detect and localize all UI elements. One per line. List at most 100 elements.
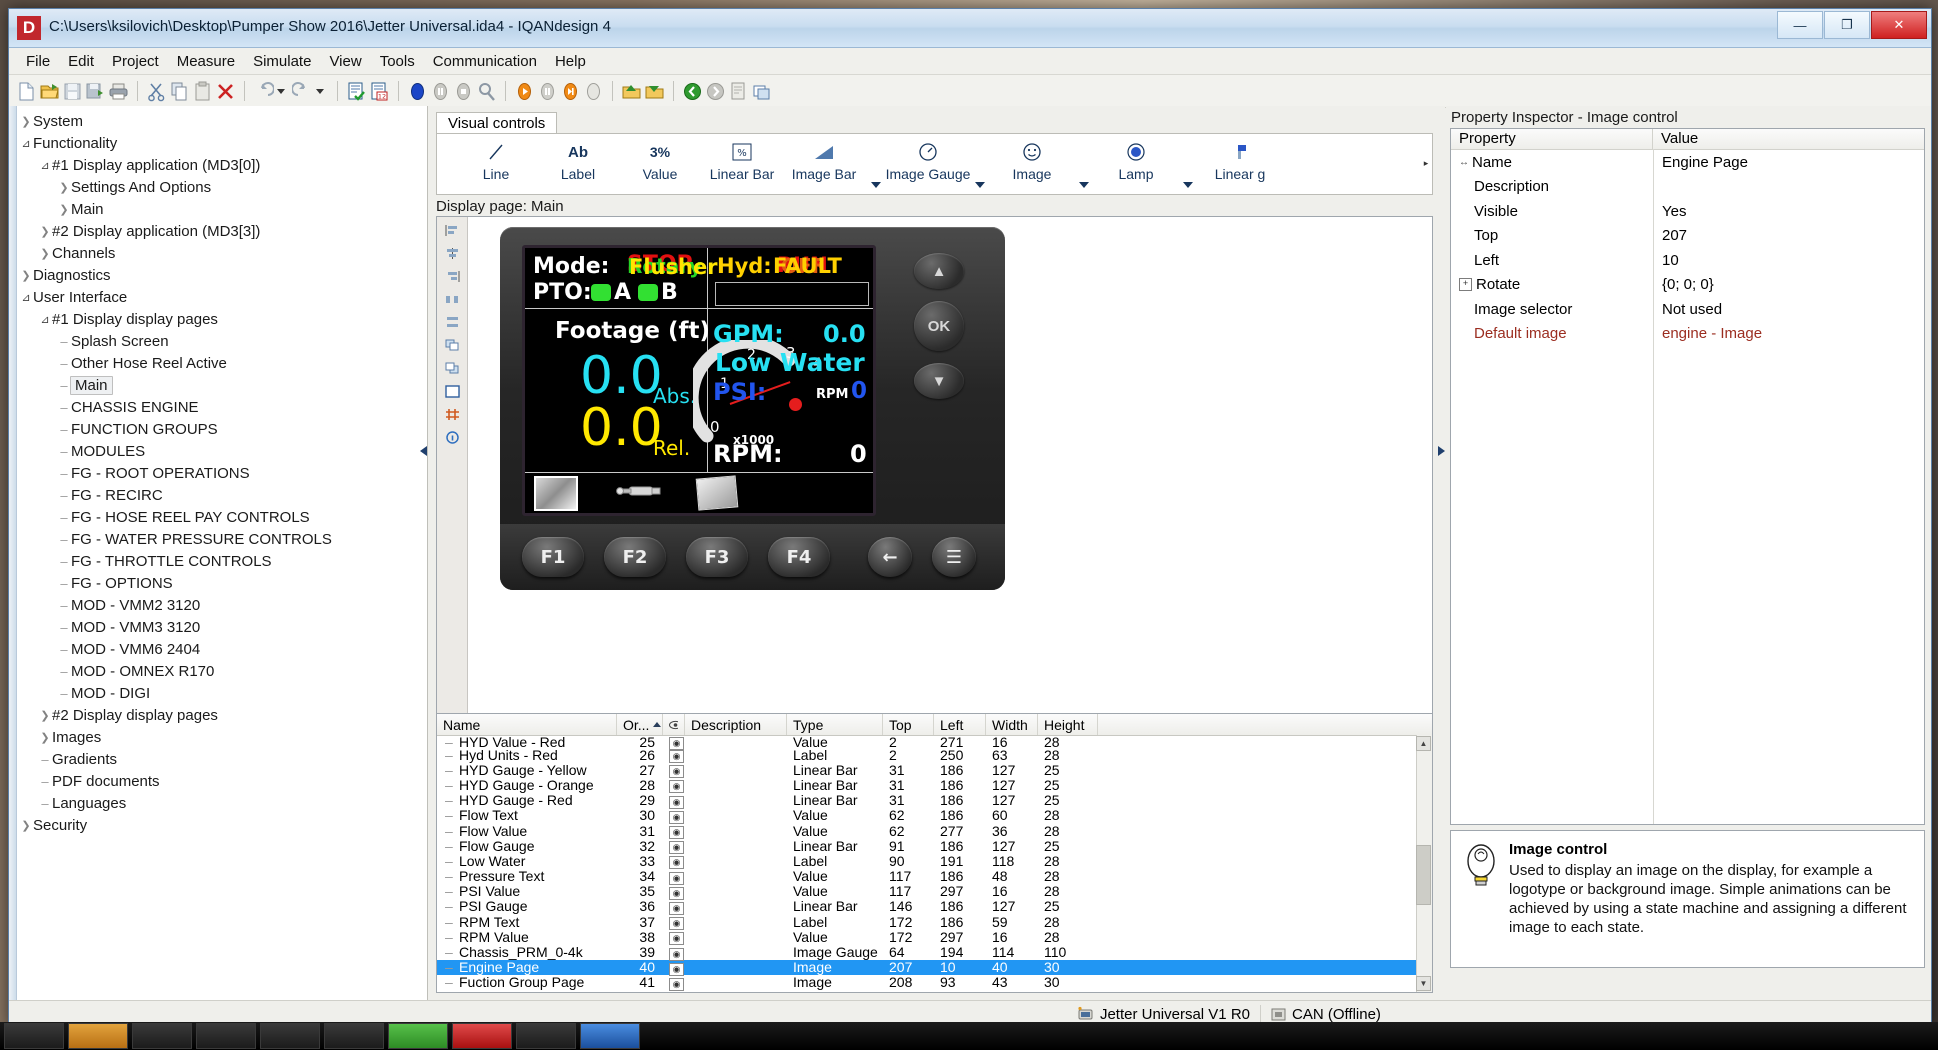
align-left-icon[interactable] xyxy=(444,223,460,237)
property-row-left[interactable]: Left 10 xyxy=(1451,248,1924,273)
sim-pause-icon[interactable] xyxy=(537,81,558,102)
taskbar-item[interactable] xyxy=(516,1023,576,1049)
visual-control-linear-bar[interactable]: % Linear Bar xyxy=(701,134,783,182)
delete-icon[interactable] xyxy=(215,81,236,102)
table-row[interactable]: Low Water –33 ◉ Label 90 191 118 28 xyxy=(437,853,1432,870)
redo-icon[interactable] xyxy=(291,81,313,102)
keypad-ok-button[interactable]: OK xyxy=(914,301,964,351)
menu-item-communication[interactable]: Communication xyxy=(424,50,546,73)
grid-column-header-width[interactable]: Width xyxy=(986,714,1038,735)
property-row-rotate[interactable]: + Rotate {0; 0; 0} xyxy=(1451,273,1924,298)
grid-column-header-or[interactable]: Or... xyxy=(617,714,663,735)
tree-item-modules[interactable]: – MODULES xyxy=(19,440,427,462)
bring-to-front-icon[interactable] xyxy=(444,338,460,352)
undo-icon[interactable] xyxy=(253,81,275,102)
tree-item-1-display-application-md3-0[interactable]: ⊿ #1 Display application (MD3[0]) xyxy=(19,154,427,176)
table-row[interactable]: Hyd Units - Red –26 ◉ Label 2 250 63 28 xyxy=(437,747,1432,764)
property-value-cell[interactable]: {0; 0; 0} xyxy=(1653,276,1714,293)
tree-item-fg-water-pressure-controls[interactable]: – FG - WATER PRESSURE CONTROLS xyxy=(19,528,427,550)
grid-body[interactable]: HYD Value - Red –25 ◉ Value 2 271 16 28 Hyd Unit… xyxy=(437,734,1432,992)
taskbar-item[interactable] xyxy=(452,1023,512,1049)
new-window-icon[interactable] xyxy=(751,81,772,102)
property-value-cell[interactable]: Engine Page xyxy=(1653,154,1748,171)
property-value-cell[interactable]: Yes xyxy=(1653,203,1686,220)
undo-dropdown-icon[interactable] xyxy=(277,88,285,94)
grid-cell-visible-toggle[interactable]: ◉ xyxy=(663,989,685,992)
tree-item-mod-digi[interactable]: – MOD - DIGI xyxy=(19,682,427,704)
menu-item-measure[interactable]: Measure xyxy=(168,50,244,73)
cut-icon[interactable] xyxy=(146,81,167,102)
tree-item-functionality[interactable]: ⊿ Functionality xyxy=(19,132,427,154)
tree-item-main[interactable]: – Main xyxy=(19,374,427,396)
property-rows[interactable]: ↔ Name Engine Page Description Visible Yes Top… xyxy=(1451,150,1924,346)
visual-control-dropdown-icon[interactable] xyxy=(1177,134,1199,194)
record-icon[interactable] xyxy=(407,81,428,102)
zoom-out-icon[interactable] xyxy=(476,81,497,102)
chevron-right-icon[interactable]: ❯ xyxy=(38,709,52,722)
taskbar-item[interactable] xyxy=(580,1023,640,1049)
table-row[interactable]: VMM Page–42◉ Image2021784336 xyxy=(437,989,1432,992)
tree-item-fg-root-operations[interactable]: – FG - ROOT OPERATIONS xyxy=(19,462,427,484)
table-row[interactable]: PSI Gauge –36 ◉ Linear Bar 146 186 127 25 xyxy=(437,898,1432,915)
tree-item-other-hose-reel-active[interactable]: – Other Hose Reel Active xyxy=(19,352,427,374)
table-row[interactable]: Chassis_PRM_0-4k –39 ◉ Image Gauge 64 194 114 1… xyxy=(437,944,1432,961)
tree-item-main[interactable]: ❯ Main xyxy=(19,198,427,220)
tree-item-languages[interactable]: – Languages xyxy=(19,792,427,814)
send-to-back-icon[interactable] xyxy=(444,361,460,375)
visual-controls-scroll-right[interactable]: ▸ xyxy=(1421,152,1431,174)
taskbar-item[interactable] xyxy=(196,1023,256,1049)
open-file-icon[interactable] xyxy=(39,81,60,102)
tree-item-mod-omnex-r170[interactable]: – MOD - OMNEX R170 xyxy=(19,660,427,682)
chevron-right-icon[interactable]: ❯ xyxy=(57,203,71,216)
grid-toggle-icon[interactable] xyxy=(444,407,460,421)
visual-control-dropdown-icon[interactable] xyxy=(865,134,887,194)
grid-column-header-type[interactable]: Type xyxy=(787,714,883,735)
chevron-down-icon[interactable]: ⊿ xyxy=(38,159,52,172)
table-row[interactable]: RPM Value –38 ◉ Value 172 297 16 28 xyxy=(437,929,1432,946)
taskbar-item[interactable] xyxy=(68,1023,128,1049)
vmm-page-image[interactable] xyxy=(695,475,739,511)
tree-item-user-interface[interactable]: ⊿ User Interface xyxy=(19,286,427,308)
taskbar-item[interactable] xyxy=(4,1023,64,1049)
grid-vertical-scrollbar[interactable]: ▲ ▼ xyxy=(1416,735,1432,992)
tree-item-mod-vmm3-3120[interactable]: – MOD - VMM3 3120 xyxy=(19,616,427,638)
sim-stop-icon[interactable] xyxy=(583,81,604,102)
keypad-up-button[interactable]: ▲ xyxy=(914,253,964,289)
property-row-top[interactable]: Top 207 xyxy=(1451,224,1924,249)
grid-column-header-name[interactable]: Name xyxy=(437,714,617,735)
tree-item-2-display-display-pages[interactable]: ❯ #2 Display display pages xyxy=(19,704,427,726)
chevron-down-icon[interactable]: ⊿ xyxy=(38,313,52,326)
compile-icon[interactable]: 12 xyxy=(369,81,390,102)
grid-scroll-up-button[interactable]: ▲ xyxy=(1416,736,1431,751)
distribute-horizontal-icon[interactable] xyxy=(444,292,460,306)
import-icon[interactable] xyxy=(621,81,642,102)
tree-item-function-groups[interactable]: – FUNCTION GROUPS xyxy=(19,418,427,440)
table-row[interactable]: Flow Text –30 ◉ Value 62 186 60 28 xyxy=(437,807,1432,824)
visual-control-value[interactable]: 3% Value xyxy=(619,134,701,182)
sim-start-icon[interactable] xyxy=(514,81,535,102)
select-tool-icon[interactable] xyxy=(444,384,460,398)
table-row[interactable]: Flow Value –31 ◉ Value 62 277 36 28 xyxy=(437,823,1432,840)
f4-button[interactable]: F4 xyxy=(768,537,830,577)
redo-dropdown-icon[interactable] xyxy=(316,88,324,94)
grid-scroll-down-button[interactable]: ▼ xyxy=(1416,976,1431,991)
table-row[interactable]: Flow Gauge –32 ◉ Linear Bar 91 186 127 25 xyxy=(437,838,1432,855)
f3-button[interactable]: F3 xyxy=(686,537,748,577)
grid-column-header-left[interactable]: Left xyxy=(934,714,986,735)
tree-item-mod-vmm2-3120[interactable]: – MOD - VMM2 3120 xyxy=(19,594,427,616)
keypad-down-button[interactable]: ▼ xyxy=(914,363,964,399)
project-tree[interactable]: ❯ System ⊿ Functionality ⊿ #1 Display applica… xyxy=(19,110,427,836)
copy-icon[interactable] xyxy=(169,81,190,102)
table-row[interactable]: HYD Value - Red –25 ◉ Value 2 271 16 28 xyxy=(437,734,1432,750)
menu-item-edit[interactable]: Edit xyxy=(59,50,103,73)
chevron-right-icon[interactable]: ❯ xyxy=(38,225,52,238)
property-row-description[interactable]: Description xyxy=(1451,175,1924,200)
chevron-right-icon[interactable]: ❯ xyxy=(38,247,52,260)
align-right-icon[interactable] xyxy=(444,269,460,283)
tree-item-images[interactable]: ❯ Images xyxy=(19,726,427,748)
menu-item-file[interactable]: File xyxy=(17,50,59,73)
visual-control-linear-g[interactable]: Linear g xyxy=(1199,134,1281,182)
tree-item-diagnostics[interactable]: ❯ Diagnostics xyxy=(19,264,427,286)
grid-scroll-thumb[interactable] xyxy=(1416,845,1431,905)
grid-column-header-height[interactable]: Height xyxy=(1038,714,1098,735)
